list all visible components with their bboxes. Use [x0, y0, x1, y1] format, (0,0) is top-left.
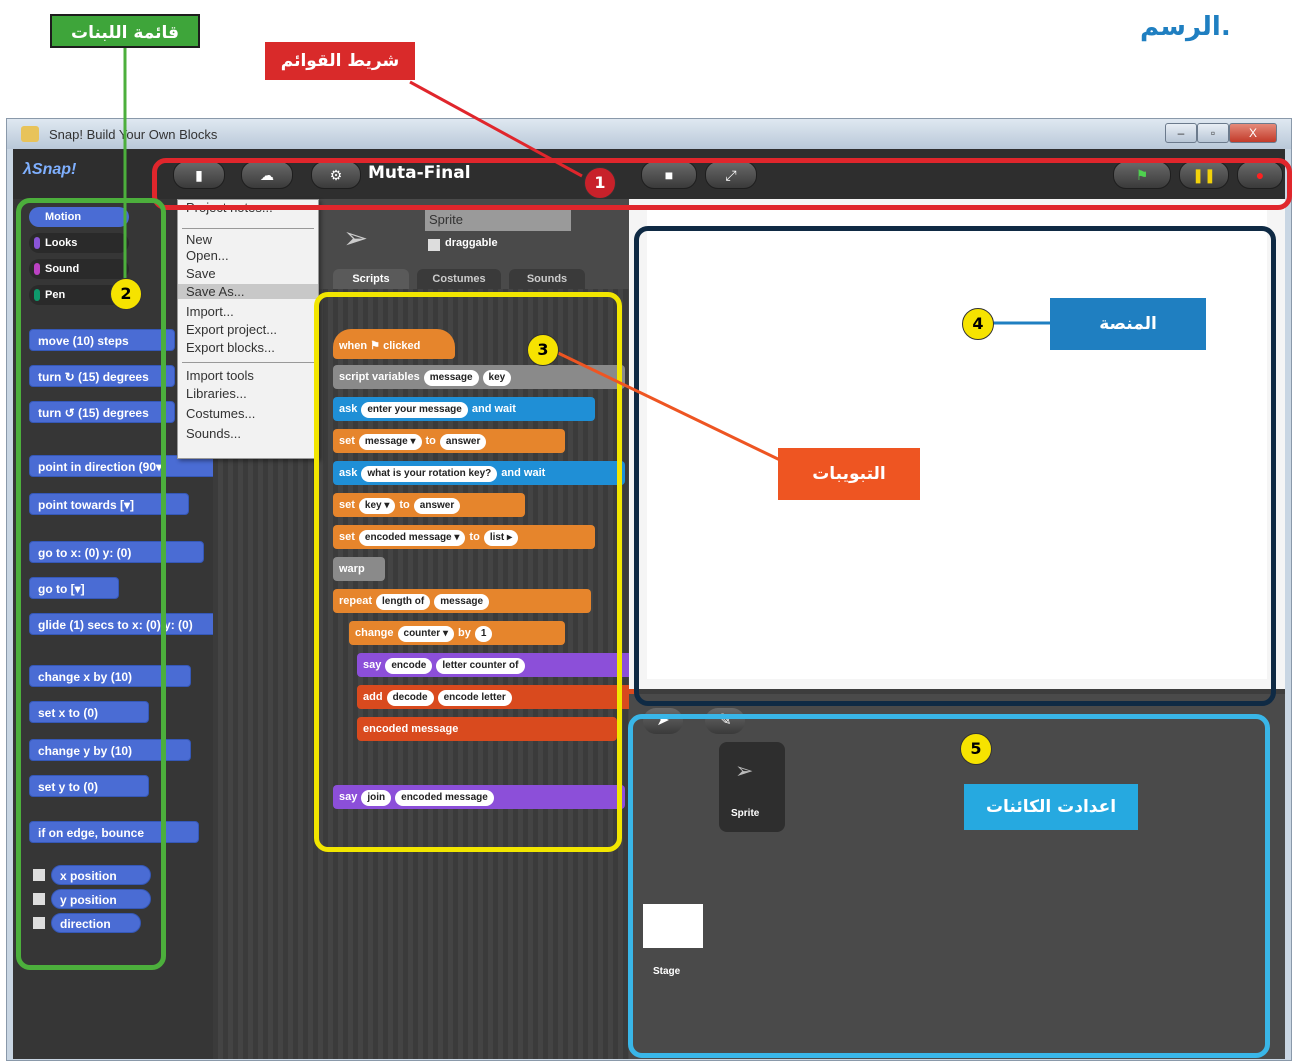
blocks-palette-label: قائمة اللبنات: [50, 14, 200, 48]
tabs-label: التبويبات: [778, 448, 920, 500]
tabs-connector: [555, 350, 781, 462]
menu-bar-label: شريط القوائم: [265, 42, 415, 80]
number-badge-2: 2: [110, 278, 142, 310]
number-badge-1: 1: [584, 167, 616, 199]
number-badge-4: 4: [962, 308, 994, 340]
sprite-settings-label: اعدادت الكائنات: [964, 784, 1138, 830]
number-badge-5: 5: [960, 733, 992, 765]
menubar-connector: [409, 80, 583, 178]
annotation-lines: [123, 35, 1050, 462]
number-badge-3: 3: [527, 334, 559, 366]
stage-label: المنصة: [1050, 298, 1206, 350]
